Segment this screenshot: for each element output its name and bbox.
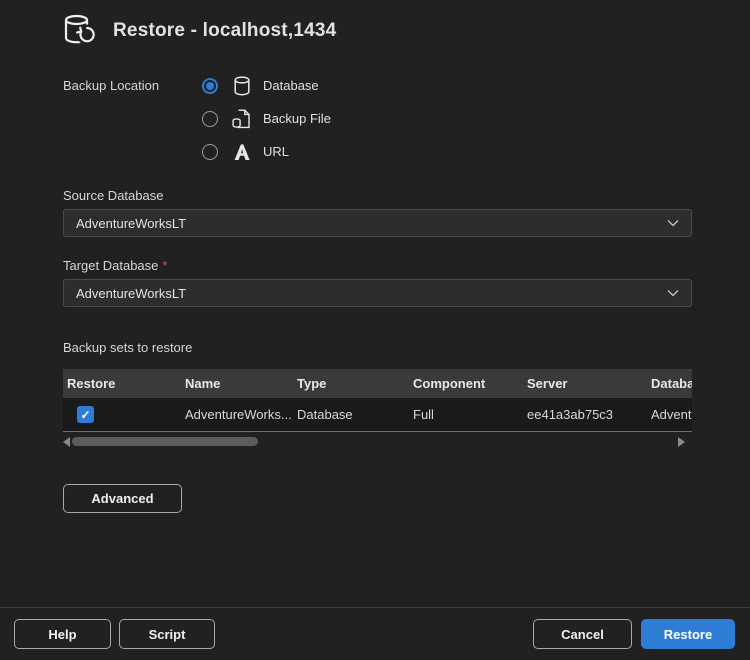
backup-sets-label: Backup sets to restore [63,340,192,355]
col-header-name: Name [181,376,293,391]
chevron-down-icon [667,289,679,297]
col-header-component: Component [409,376,523,391]
name-cell: AdventureWorks... [181,407,293,422]
radio-option-url[interactable]: URL [202,140,331,163]
radio-backup-file[interactable] [202,111,218,127]
database-icon [231,75,252,97]
radio-option-database[interactable]: Database [202,74,331,97]
dialog-header: Restore - localhost,1434 [60,11,336,51]
footer-divider [0,607,750,608]
help-button[interactable]: Help [14,619,111,649]
source-database-select[interactable]: AdventureWorksLT [63,209,692,237]
backup-location-radio-group: Database Backup File URL [202,74,331,163]
required-asterisk: * [162,258,167,273]
radio-database[interactable] [202,78,218,94]
script-button[interactable]: Script [119,619,215,649]
source-database-value: AdventureWorksLT [76,216,667,231]
target-database-label-text: Target Database [63,258,158,273]
scroll-right-icon[interactable] [678,437,685,447]
advanced-button[interactable]: Advanced [63,484,182,513]
col-header-server: Server [523,376,647,391]
server-cell: ee41a3ab75c3 [523,407,647,422]
hscrollbar-track[interactable] [72,437,676,446]
table-hscrollbar[interactable] [63,436,685,447]
source-database-label: Source Database [63,188,163,203]
table-row[interactable]: ✓ AdventureWorks... Database Full ee41a3… [63,398,692,432]
restore-database-icon [60,11,100,51]
backup-location-label: Backup Location [63,78,159,93]
col-header-database: Database [647,376,692,391]
restore-cell: ✓ [63,406,181,423]
restore-button[interactable]: Restore [641,619,735,649]
restore-row-checkbox[interactable]: ✓ [77,406,94,423]
radio-label-database: Database [263,78,319,93]
radio-url[interactable] [202,144,218,160]
azure-url-icon [231,141,252,163]
component-cell: Full [409,407,523,422]
backup-file-icon [231,108,252,130]
target-database-label: Target Database * [63,258,167,273]
radio-label-backup-file: Backup File [263,111,331,126]
table-header-row: Restore Name Type Component Server Datab… [63,369,692,398]
check-icon: ✓ [80,409,90,421]
page-title: Restore - localhost,1434 [113,20,336,42]
type-cell: Database [293,407,409,422]
scroll-left-icon[interactable] [63,437,70,447]
col-header-restore: Restore [63,376,181,391]
cancel-button[interactable]: Cancel [533,619,632,649]
target-database-value: AdventureWorksLT [76,286,667,301]
col-header-type: Type [293,376,409,391]
backup-sets-table: Restore Name Type Component Server Datab… [63,369,692,432]
hscrollbar-thumb[interactable] [72,437,258,446]
restore-dialog: Restore - localhost,1434 Backup Location… [0,0,750,660]
database-cell: AdventureWorksLT [647,407,692,422]
target-database-select[interactable]: AdventureWorksLT [63,279,692,307]
radio-label-url: URL [263,144,289,159]
radio-option-backup-file[interactable]: Backup File [202,107,331,130]
chevron-down-icon [667,219,679,227]
